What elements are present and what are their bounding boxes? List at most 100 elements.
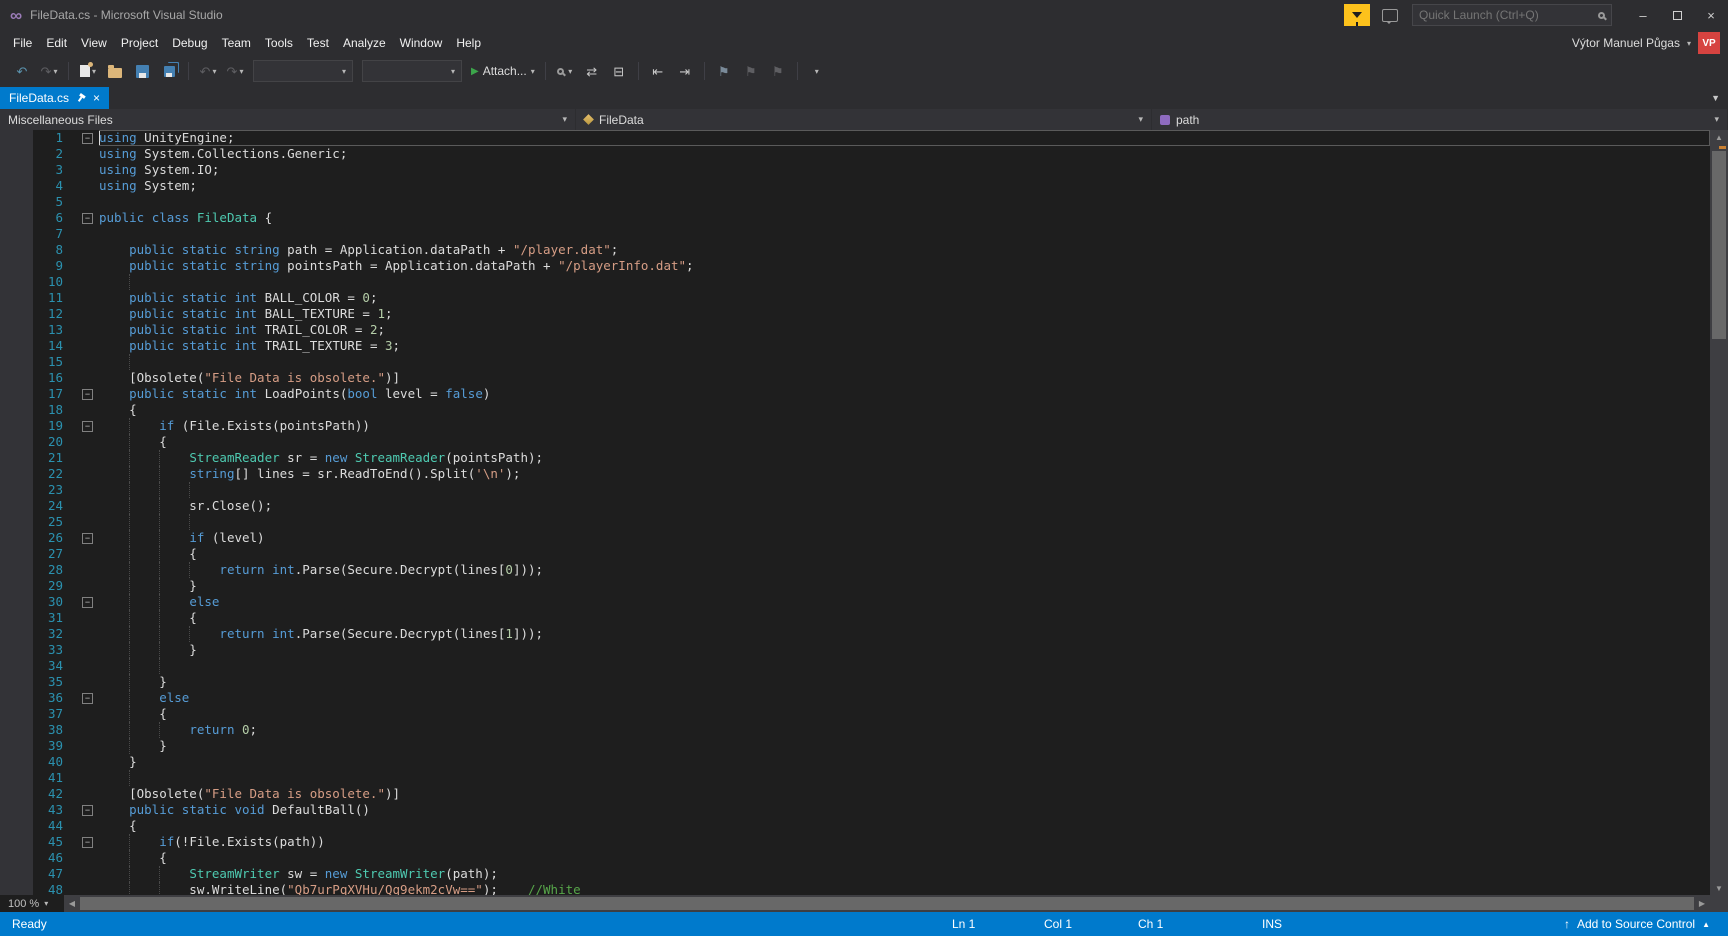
status-line[interactable]: Ln 1 [952, 912, 975, 936]
code-line[interactable]: if (File.Exists(pointsPath)) [99, 418, 1710, 434]
add-to-source-control-button[interactable]: ↑ Add to Source Control ▲ [1564, 912, 1710, 936]
find-in-files-button[interactable]: ▾ [553, 60, 577, 82]
navigate-backward-button[interactable]: ↶ [10, 60, 34, 82]
code-line[interactable] [99, 514, 1710, 530]
code-line[interactable]: string[] lines = sr.ReadToEnd().Split('\… [99, 466, 1710, 482]
code-line[interactable]: using System.IO; [99, 162, 1710, 178]
code-line[interactable] [99, 274, 1710, 290]
code-line[interactable] [99, 658, 1710, 674]
solution-configurations-dropdown[interactable]: ▾ [253, 60, 353, 82]
status-insert-mode[interactable]: INS [1262, 912, 1282, 936]
code-line[interactable]: return 0; [99, 722, 1710, 738]
menu-item-edit[interactable]: Edit [39, 32, 74, 54]
code-line[interactable]: else [99, 594, 1710, 610]
code-line[interactable]: [Obsolete("File Data is obsolete.")] [99, 370, 1710, 386]
code-line[interactable]: public static void DefaultBall() [99, 802, 1710, 818]
fold-collapse-icon[interactable]: − [82, 693, 93, 704]
code-line[interactable] [99, 194, 1710, 210]
toggle-bookmark-button[interactable]: ⚑ [712, 60, 736, 82]
maximize-button[interactable] [1660, 0, 1694, 30]
menu-item-debug[interactable]: Debug [165, 32, 214, 54]
undo-button[interactable]: ↶▾ [196, 60, 220, 82]
code-line[interactable]: { [99, 546, 1710, 562]
scroll-up-icon[interactable]: ▲ [1710, 130, 1728, 144]
solution-platforms-dropdown[interactable]: ▾ [362, 60, 462, 82]
increase-indent-button[interactable]: ⇥ [673, 60, 697, 82]
code-line[interactable]: public static int TRAIL_COLOR = 2; [99, 322, 1710, 338]
code-line[interactable] [99, 354, 1710, 370]
tab-list-dropdown-icon[interactable]: ▼ [1703, 93, 1728, 103]
code-line[interactable]: } [99, 642, 1710, 658]
fold-collapse-icon[interactable]: − [82, 805, 93, 816]
project-dropdown[interactable]: Miscellaneous Files ▾ [0, 109, 576, 130]
tab-filedata[interactable]: FileData.cs × [0, 87, 109, 109]
code-line[interactable]: else [99, 690, 1710, 706]
code-line[interactable]: public static string pointsPath = Applic… [99, 258, 1710, 274]
type-dropdown[interactable]: FileData ▾ [576, 109, 1152, 130]
vertical-scrollbar-thumb[interactable] [1712, 151, 1726, 339]
menu-item-team[interactable]: Team [215, 32, 258, 54]
status-column[interactable]: Col 1 [1044, 912, 1072, 936]
scroll-down-icon[interactable]: ▼ [1710, 881, 1728, 895]
code-line[interactable]: StreamReader sr = new StreamReader(point… [99, 450, 1710, 466]
code-line[interactable]: { [99, 850, 1710, 866]
close-icon[interactable]: × [93, 91, 100, 105]
fold-collapse-icon[interactable]: − [82, 213, 93, 224]
avatar[interactable]: VP [1698, 32, 1720, 54]
scroll-left-icon[interactable]: ◀ [64, 895, 80, 912]
code-line[interactable]: { [99, 818, 1710, 834]
code-line[interactable] [99, 226, 1710, 242]
status-character[interactable]: Ch 1 [1138, 912, 1163, 936]
menu-item-analyze[interactable]: Analyze [336, 32, 393, 54]
code-line[interactable]: using System.Collections.Generic; [99, 146, 1710, 162]
code-line[interactable] [99, 482, 1710, 498]
menu-item-test[interactable]: Test [300, 32, 336, 54]
code-line[interactable]: sw.WriteLine("Qb7urPqXVHu/Qq9ekm2cVw==")… [99, 882, 1710, 895]
member-dropdown[interactable]: path ▾ [1152, 109, 1728, 130]
toolbar-overflow-button[interactable]: ▾ [805, 60, 829, 82]
fold-collapse-icon[interactable]: − [82, 421, 93, 432]
collapse-all-button[interactable]: ⊟ [607, 60, 631, 82]
fold-collapse-icon[interactable]: − [82, 597, 93, 608]
code-line[interactable]: StreamWriter sw = new StreamWriter(path)… [99, 866, 1710, 882]
save-button[interactable] [130, 60, 154, 82]
save-all-button[interactable] [157, 60, 181, 82]
code-line[interactable]: } [99, 674, 1710, 690]
fold-collapse-icon[interactable]: − [82, 133, 93, 144]
code-line[interactable]: } [99, 738, 1710, 754]
code-line[interactable]: } [99, 754, 1710, 770]
fold-collapse-icon[interactable]: − [82, 389, 93, 400]
code-line[interactable]: return int.Parse(Secure.Decrypt(lines[0]… [99, 562, 1710, 578]
minimize-button[interactable]: – [1626, 0, 1660, 30]
menu-item-tools[interactable]: Tools [258, 32, 300, 54]
open-file-button[interactable] [103, 60, 127, 82]
code-line[interactable]: using UnityEngine; [99, 130, 1710, 146]
menu-item-view[interactable]: View [74, 32, 114, 54]
menu-item-window[interactable]: Window [393, 32, 450, 54]
new-file-button[interactable]: ▾ [76, 60, 100, 82]
notifications-filter-button[interactable] [1344, 4, 1370, 26]
feedback-icon[interactable] [1382, 9, 1398, 22]
code-line[interactable]: using System; [99, 178, 1710, 194]
horizontal-scrollbar-thumb[interactable] [80, 897, 1694, 910]
pin-icon[interactable] [74, 91, 88, 105]
close-button[interactable]: × [1694, 0, 1728, 30]
menu-item-project[interactable]: Project [114, 32, 165, 54]
code-line[interactable]: public static string path = Application.… [99, 242, 1710, 258]
fold-collapse-icon[interactable]: − [82, 533, 93, 544]
menu-item-file[interactable]: File [6, 32, 39, 54]
fold-collapse-icon[interactable]: − [82, 837, 93, 848]
attach-button[interactable]: ▶Attach...▾ [468, 60, 538, 82]
code-line[interactable]: return int.Parse(Secure.Decrypt(lines[1]… [99, 626, 1710, 642]
code-line[interactable]: sr.Close(); [99, 498, 1710, 514]
code-line[interactable]: if (level) [99, 530, 1710, 546]
zoom-control[interactable]: 100 % ▾ [0, 895, 64, 912]
decrease-indent-button[interactable]: ⇤ [646, 60, 670, 82]
code-line[interactable]: { [99, 402, 1710, 418]
code-line[interactable]: { [99, 706, 1710, 722]
code-line[interactable]: } [99, 578, 1710, 594]
redo-button[interactable]: ↷▾ [223, 60, 247, 82]
code-line[interactable]: { [99, 434, 1710, 450]
code-line[interactable]: public static int BALL_TEXTURE = 1; [99, 306, 1710, 322]
code-line[interactable]: public static int BALL_COLOR = 0; [99, 290, 1710, 306]
